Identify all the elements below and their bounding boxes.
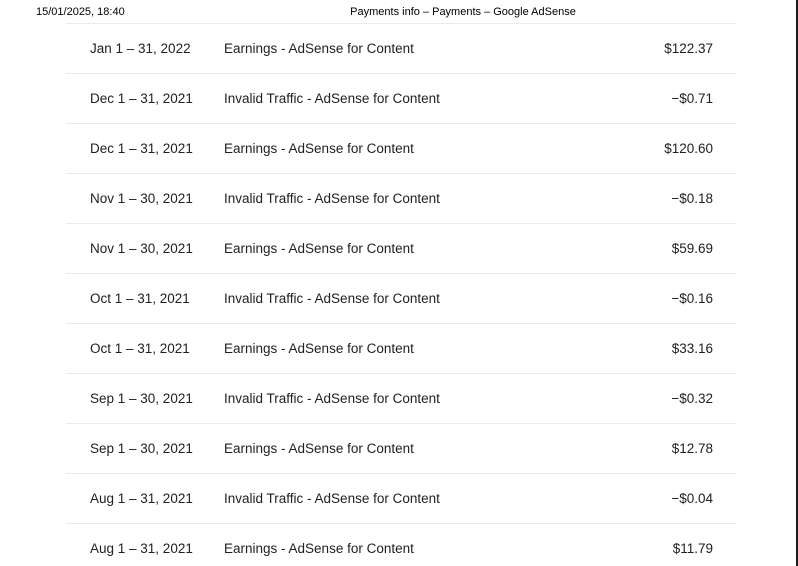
transaction-row[interactable]: Aug 1 – 31, 2021 Earnings - AdSense for … xyxy=(66,523,736,566)
print-page-title: Payments info – Payments – Google AdSens… xyxy=(350,6,576,18)
transaction-description: Earnings - AdSense for Content xyxy=(224,541,414,556)
transaction-amount: $122.37 xyxy=(664,41,713,56)
transaction-date: Oct 1 – 31, 2021 xyxy=(90,341,190,356)
transaction-row[interactable]: Sep 1 – 30, 2021 Earnings - AdSense for … xyxy=(66,423,736,473)
transaction-date: Nov 1 – 30, 2021 xyxy=(90,241,193,256)
transaction-amount: −$0.04 xyxy=(671,491,713,506)
transaction-row[interactable]: Nov 1 – 30, 2021 Earnings - AdSense for … xyxy=(66,223,736,273)
transaction-description: Invalid Traffic - AdSense for Content xyxy=(224,191,440,206)
transaction-amount: −$0.16 xyxy=(671,291,713,306)
transaction-amount: −$0.32 xyxy=(671,391,713,406)
print-header: 15/01/2025, 18:40 Payments info – Paymen… xyxy=(0,0,796,24)
transaction-amount: $12.78 xyxy=(671,441,713,456)
transaction-description: Earnings - AdSense for Content xyxy=(224,241,414,256)
transaction-amount: $33.16 xyxy=(671,341,713,356)
transaction-row[interactable]: Nov 1 – 30, 2021 Invalid Traffic - AdSen… xyxy=(66,173,736,223)
transaction-date: Nov 1 – 30, 2021 xyxy=(90,191,193,206)
transaction-row[interactable]: Sep 1 – 30, 2021 Invalid Traffic - AdSen… xyxy=(66,373,736,423)
transaction-row[interactable]: Jan 1 – 31, 2022 Earnings - AdSense for … xyxy=(66,23,736,73)
transaction-row[interactable]: Dec 1 – 31, 2021 Invalid Traffic - AdSen… xyxy=(66,73,736,123)
transaction-amount: −$0.18 xyxy=(671,191,713,206)
transaction-date: Aug 1 – 31, 2021 xyxy=(90,491,193,506)
transaction-description: Invalid Traffic - AdSense for Content xyxy=(224,291,440,306)
transaction-amount: $59.69 xyxy=(671,241,713,256)
transaction-amount: −$0.71 xyxy=(671,91,713,106)
transaction-description: Earnings - AdSense for Content xyxy=(224,141,414,156)
transaction-description: Invalid Traffic - AdSense for Content xyxy=(224,491,440,506)
transaction-description: Invalid Traffic - AdSense for Content xyxy=(224,91,440,106)
transaction-row[interactable]: Dec 1 – 31, 2021 Earnings - AdSense for … xyxy=(66,123,736,173)
transaction-date: Dec 1 – 31, 2021 xyxy=(90,141,193,156)
transaction-row[interactable]: Oct 1 – 31, 2021 Invalid Traffic - AdSen… xyxy=(66,273,736,323)
transaction-date: Sep 1 – 30, 2021 xyxy=(90,441,193,456)
transaction-description: Invalid Traffic - AdSense for Content xyxy=(224,391,440,406)
transaction-description: Earnings - AdSense for Content xyxy=(224,441,414,456)
transaction-date: Jan 1 – 31, 2022 xyxy=(90,41,191,56)
transactions-list: Jan 1 – 31, 2022 Earnings - AdSense for … xyxy=(66,23,736,566)
transaction-date: Sep 1 – 30, 2021 xyxy=(90,391,193,406)
transaction-amount: $11.79 xyxy=(672,541,713,556)
print-page: 15/01/2025, 18:40 Payments info – Paymen… xyxy=(0,0,798,566)
transaction-date: Oct 1 – 31, 2021 xyxy=(90,291,190,306)
transaction-amount: $120.60 xyxy=(664,141,713,156)
transaction-date: Dec 1 – 31, 2021 xyxy=(90,91,193,106)
transaction-date: Aug 1 – 31, 2021 xyxy=(90,541,193,556)
transaction-description: Earnings - AdSense for Content xyxy=(224,41,414,56)
transaction-row[interactable]: Aug 1 – 31, 2021 Invalid Traffic - AdSen… xyxy=(66,473,736,523)
transaction-row[interactable]: Oct 1 – 31, 2021 Earnings - AdSense for … xyxy=(66,323,736,373)
transaction-description: Earnings - AdSense for Content xyxy=(224,341,414,356)
